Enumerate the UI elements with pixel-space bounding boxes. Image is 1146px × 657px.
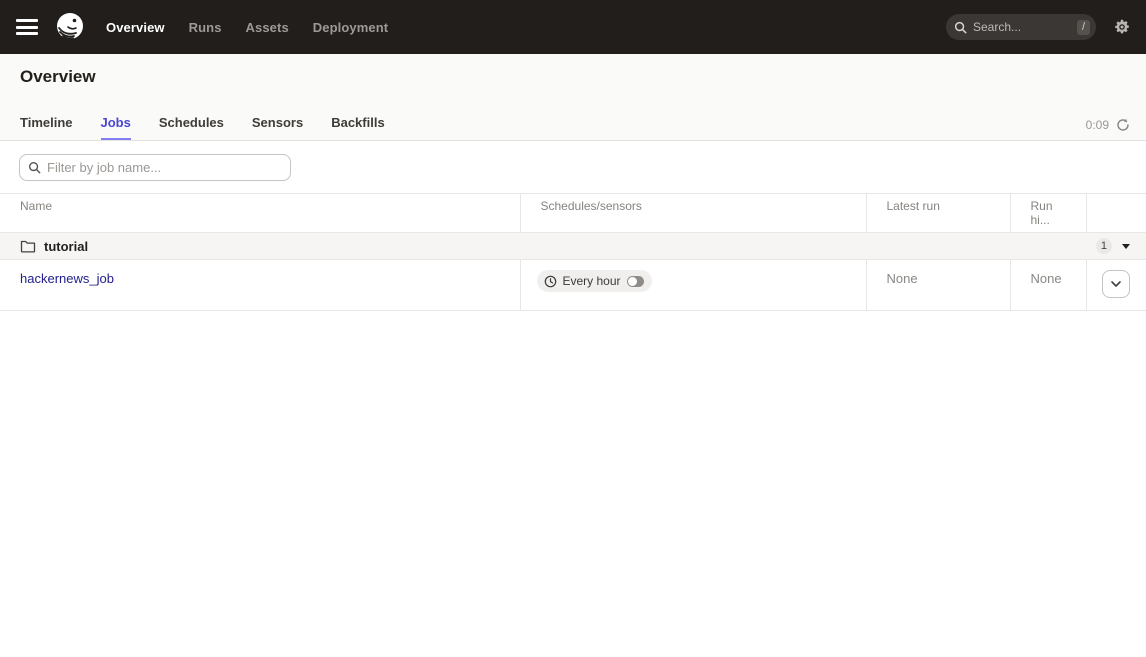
job-link[interactable]: hackernews_job (20, 271, 114, 286)
refresh-countdown: 0:09 (1086, 118, 1109, 132)
job-filter-input[interactable] (47, 160, 277, 175)
group-name: tutorial (44, 239, 88, 254)
overview-tabs: Timeline Jobs Schedules Sensors Backfill… (20, 115, 385, 140)
search-input[interactable] (973, 20, 1061, 34)
tab-timeline[interactable]: Timeline (20, 115, 73, 140)
latest-run-value: None (887, 271, 918, 286)
run-history-value: None (1031, 271, 1062, 286)
job-group-row[interactable]: tutorial 1 (0, 233, 1146, 260)
nav-item-runs[interactable]: Runs (189, 20, 222, 35)
column-header-latest-run: Latest run (866, 194, 1010, 233)
search-icon (954, 21, 967, 34)
column-header-schedules: Schedules/sensors (520, 194, 866, 233)
clock-icon (544, 275, 557, 288)
row-expand-button[interactable] (1102, 270, 1130, 298)
tab-jobs[interactable]: Jobs (101, 115, 131, 140)
schedule-chip[interactable]: Every hour (537, 270, 652, 292)
column-header-run-history: Run hi... (1010, 194, 1086, 233)
schedule-toggle[interactable] (627, 276, 644, 287)
slash-shortcut-key: / (1077, 20, 1090, 35)
jobs-table: Name Schedules/sensors Latest run Run hi… (0, 193, 1146, 311)
tab-schedules[interactable]: Schedules (159, 115, 224, 140)
group-count-badge: 1 (1096, 238, 1112, 254)
chevron-down-icon (1110, 280, 1122, 288)
column-header-actions (1086, 194, 1146, 233)
settings-gear-icon[interactable] (1114, 19, 1130, 35)
nav-item-deployment[interactable]: Deployment (313, 20, 388, 35)
page-header: Overview Timeline Jobs Schedules Sensors… (0, 54, 1146, 141)
search-icon (28, 161, 41, 174)
nav-item-overview[interactable]: Overview (106, 20, 165, 35)
collapse-caret-icon[interactable] (1122, 244, 1130, 249)
column-header-name: Name (0, 194, 520, 233)
top-navbar: Overview Runs Assets Deployment / (0, 0, 1146, 54)
folder-icon (20, 239, 36, 253)
dagster-logo[interactable] (54, 11, 86, 43)
schedule-label: Every hour (563, 274, 621, 288)
nav-links: Overview Runs Assets Deployment (106, 20, 388, 35)
hamburger-menu-icon[interactable] (16, 19, 38, 35)
empty-content-area (0, 311, 1146, 657)
table-header-row: Name Schedules/sensors Latest run Run hi… (0, 194, 1146, 233)
job-filter[interactable] (19, 154, 291, 181)
tab-sensors[interactable]: Sensors (252, 115, 303, 140)
refresh-icon[interactable] (1116, 118, 1130, 132)
nav-item-assets[interactable]: Assets (246, 20, 289, 35)
tab-backfills[interactable]: Backfills (331, 115, 384, 140)
global-search[interactable]: / (946, 14, 1096, 40)
job-row: hackernews_job Every hour None None (0, 260, 1146, 311)
filter-bar (0, 141, 1146, 193)
page-title: Overview (20, 54, 1126, 87)
